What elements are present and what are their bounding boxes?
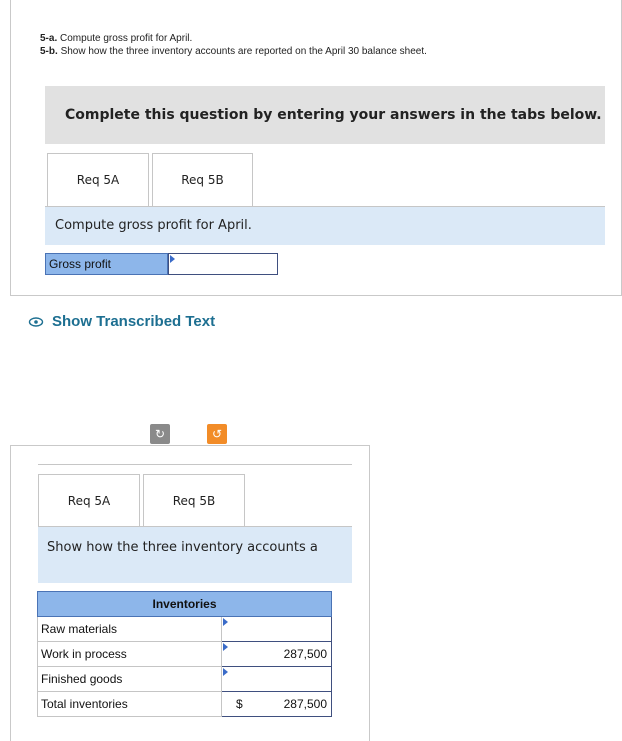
redo-button[interactable]: ↺ bbox=[207, 424, 227, 444]
tab-label: Req 5A bbox=[67, 493, 111, 508]
input-marker-icon bbox=[223, 643, 228, 651]
show-transcribed-label: Show Transcribed Text bbox=[52, 313, 216, 330]
currency-symbol: $ bbox=[236, 697, 243, 711]
tab-req-5a[interactable]: Req 5A bbox=[38, 474, 140, 526]
input-marker-icon bbox=[170, 255, 175, 263]
tab-req-5b[interactable]: Req 5B bbox=[152, 153, 253, 206]
table-row: Work in process 287,500 bbox=[37, 641, 332, 667]
inventories-header: Inventories bbox=[37, 591, 332, 617]
table-row: Raw materials bbox=[37, 616, 332, 642]
panel-top-divider bbox=[38, 464, 352, 465]
tab-req-5b[interactable]: Req 5B bbox=[143, 474, 245, 526]
finished-goods-input[interactable] bbox=[221, 666, 332, 692]
input-marker-icon bbox=[223, 668, 228, 676]
question-part-b: 5-b. Show how the three inventory accoun… bbox=[40, 46, 427, 57]
tab-label: Req 5A bbox=[76, 173, 120, 187]
instruction-text: Show how the three inventory accounts a bbox=[47, 540, 318, 555]
input-marker-icon bbox=[223, 618, 228, 626]
undo-button[interactable]: ↻ bbox=[150, 424, 170, 444]
table-row: Finished goods bbox=[37, 666, 332, 692]
instruction-band: Show how the three inventory accounts a bbox=[38, 527, 352, 583]
eye-icon bbox=[28, 316, 44, 327]
total-inventories-input[interactable]: $ 287,500 bbox=[221, 691, 332, 717]
undo-icon: ↻ bbox=[154, 427, 166, 441]
tab-req-5a[interactable]: Req 5A bbox=[47, 153, 149, 206]
tab-label: Req 5B bbox=[181, 173, 224, 187]
table-row: Total inventories $ 287,500 bbox=[37, 691, 332, 717]
redo-icon: ↺ bbox=[211, 427, 223, 441]
inventories-table: Inventories Raw materials Work in proces… bbox=[37, 591, 332, 717]
work-in-process-input[interactable]: 287,500 bbox=[221, 641, 332, 667]
gross-profit-input[interactable] bbox=[168, 253, 278, 275]
raw-materials-label: Raw materials bbox=[37, 616, 222, 642]
work-in-process-label: Work in process bbox=[37, 641, 222, 667]
finished-goods-label: Finished goods bbox=[37, 666, 222, 692]
question-part-a: 5-a. Compute gross profit for April. bbox=[40, 33, 193, 44]
raw-materials-input[interactable] bbox=[221, 616, 332, 642]
instruction-band: Compute gross profit for April. bbox=[45, 207, 605, 245]
instructions-banner: Complete this question by entering your … bbox=[45, 86, 605, 144]
tab-label: Req 5B bbox=[172, 493, 216, 508]
instruction-text: Compute gross profit for April. bbox=[55, 218, 252, 233]
show-transcribed-text-link[interactable]: Show Transcribed Text bbox=[28, 313, 215, 330]
total-inventories-label: Total inventories bbox=[37, 691, 222, 717]
gross-profit-label: Gross profit bbox=[45, 253, 168, 275]
